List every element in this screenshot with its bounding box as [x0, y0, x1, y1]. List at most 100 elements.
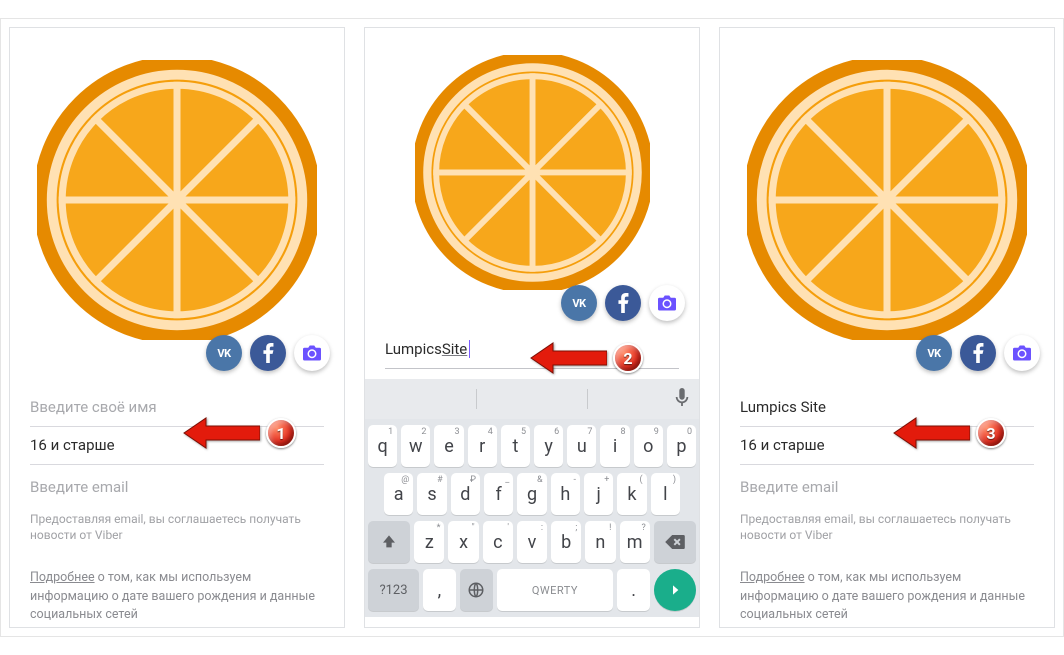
key-h[interactable]: h- [551, 473, 580, 515]
key-d[interactable]: d₽ [451, 473, 480, 515]
avatar-area: VK [365, 28, 699, 303]
period-key[interactable]: . [617, 569, 650, 611]
vk-button[interactable]: VK [561, 285, 597, 321]
key-v[interactable]: v: [517, 521, 547, 563]
status-bar: 7:00 [720, 28, 1054, 50]
back-button[interactable] [732, 56, 754, 82]
wifi-icon [970, 33, 984, 45]
key-r[interactable]: r4 [468, 425, 497, 467]
orange-avatar-icon [37, 60, 317, 340]
battery-icon [657, 33, 665, 46]
text-cursor [469, 340, 470, 358]
back-button[interactable] [377, 56, 399, 82]
key-b[interactable]: b; [551, 521, 581, 563]
email-hint: Предоставляя email, вы соглашаетесь полу… [30, 503, 324, 555]
social-row: VK [561, 285, 685, 321]
privacy-more-link[interactable]: Подробнее [30, 570, 95, 585]
enter-key[interactable] [654, 569, 696, 611]
phone-screen-3: 7:00 VK Lumpics Site 16 [719, 27, 1055, 628]
profile-form: Lumpics Site 16 и старше Введите email П… [720, 353, 1054, 624]
email-input[interactable]: Введите email [30, 465, 324, 503]
facebook-button[interactable] [960, 335, 996, 371]
privacy-footer: Подробнее о том, как мы используем инфор… [740, 555, 1034, 623]
kbd-row-1: q1w2e3r4t5y6u7i8o9p0 [368, 425, 696, 467]
email-input[interactable]: Введите email [740, 465, 1034, 503]
cell-icon [290, 33, 300, 45]
key-o[interactable]: o9 [634, 425, 663, 467]
three-screenshot-stage: 7:00 VK [0, 18, 1064, 637]
key-a[interactable]: a@ [384, 473, 413, 515]
key-j[interactable]: j+ [584, 473, 613, 515]
orange-avatar-icon [415, 55, 650, 290]
space-key[interactable]: QWERTY [497, 569, 614, 611]
key-l[interactable]: l) [651, 473, 680, 515]
soft-keyboard: q1w2e3r4t5y6u7i8o9p0 a@s#d₽f_g&h-j+k(l) … [365, 419, 699, 617]
status-time: 7:00 [312, 32, 336, 46]
signal-icon [276, 33, 288, 45]
age-select[interactable]: 16 и старше [740, 427, 1034, 465]
key-x[interactable]: x" [448, 521, 478, 563]
social-row: VK [206, 335, 330, 371]
status-bar: 7:00 [10, 28, 344, 50]
key-g[interactable]: g& [517, 473, 546, 515]
profile-form: Введите своё имя 16 и старше Введите ema… [10, 353, 344, 624]
key-t[interactable]: t5 [501, 425, 530, 467]
kbd-row-3: z*x"c'v:b;n!m? [368, 521, 696, 563]
status-bar: 7:00 [365, 28, 699, 50]
key-f[interactable]: f_ [484, 473, 513, 515]
cell-icon [645, 33, 655, 45]
phone-screen-1: 7:00 VK [9, 27, 345, 628]
avatar-area: VK [720, 28, 1054, 353]
facebook-button[interactable] [605, 285, 641, 321]
cell-icon [1000, 33, 1010, 45]
kbd-row-4: ?123 , QWERTY . [368, 569, 696, 611]
name-input[interactable]: Введите своё имя [30, 389, 324, 427]
vk-button[interactable]: VK [916, 335, 952, 371]
key-p[interactable]: p0 [667, 425, 696, 467]
keyboard-suggestion-bar[interactable] [365, 379, 699, 419]
key-n[interactable]: n! [585, 521, 615, 563]
language-key[interactable] [460, 569, 493, 611]
key-m[interactable]: m? [620, 521, 650, 563]
vk-button[interactable]: VK [206, 335, 242, 371]
name-input[interactable]: Lumpics Site [740, 389, 1034, 427]
key-k[interactable]: k( [617, 473, 646, 515]
email-hint: Предоставляя email, вы соглашаетесь полу… [740, 503, 1034, 555]
status-time: 7:00 [1022, 32, 1046, 46]
key-e[interactable]: e3 [434, 425, 463, 467]
key-c[interactable]: c' [483, 521, 513, 563]
comma-key[interactable]: , [423, 569, 456, 611]
wifi-icon [615, 33, 629, 45]
key-y[interactable]: y6 [534, 425, 563, 467]
key-u[interactable]: u7 [567, 425, 596, 467]
key-z[interactable]: z* [414, 521, 444, 563]
kbd-row-2: a@s#d₽f_g&h-j+k(l) [368, 473, 696, 515]
camera-button[interactable] [649, 285, 685, 321]
back-button[interactable] [22, 56, 44, 82]
key-w[interactable]: w2 [401, 425, 430, 467]
name-input[interactable]: Lumpics Site [385, 331, 679, 369]
wifi-icon [260, 33, 274, 45]
backspace-key[interactable] [654, 521, 696, 563]
shift-key[interactable] [368, 521, 410, 563]
status-time: 7:00 [667, 32, 691, 46]
phone-screen-2: 7:00 VK Lumpics Site [364, 27, 700, 628]
facebook-button[interactable] [250, 335, 286, 371]
battery-icon [302, 33, 310, 46]
privacy-footer: Подробнее о том, как мы используем инфор… [30, 555, 324, 623]
key-s[interactable]: s# [417, 473, 446, 515]
symbols-key[interactable]: ?123 [368, 569, 419, 611]
key-i[interactable]: i8 [600, 425, 629, 467]
avatar-area: VK [10, 28, 344, 353]
privacy-more-link[interactable]: Подробнее [740, 570, 805, 585]
social-row: VK [916, 335, 1040, 371]
mic-icon[interactable] [675, 388, 689, 410]
signal-icon [631, 33, 643, 45]
camera-button[interactable] [294, 335, 330, 371]
camera-button[interactable] [1004, 335, 1040, 371]
age-select[interactable]: 16 и старше [30, 427, 324, 465]
key-q[interactable]: q1 [368, 425, 397, 467]
signal-icon [986, 33, 998, 45]
orange-avatar-icon [747, 60, 1027, 340]
battery-icon [1012, 33, 1020, 46]
